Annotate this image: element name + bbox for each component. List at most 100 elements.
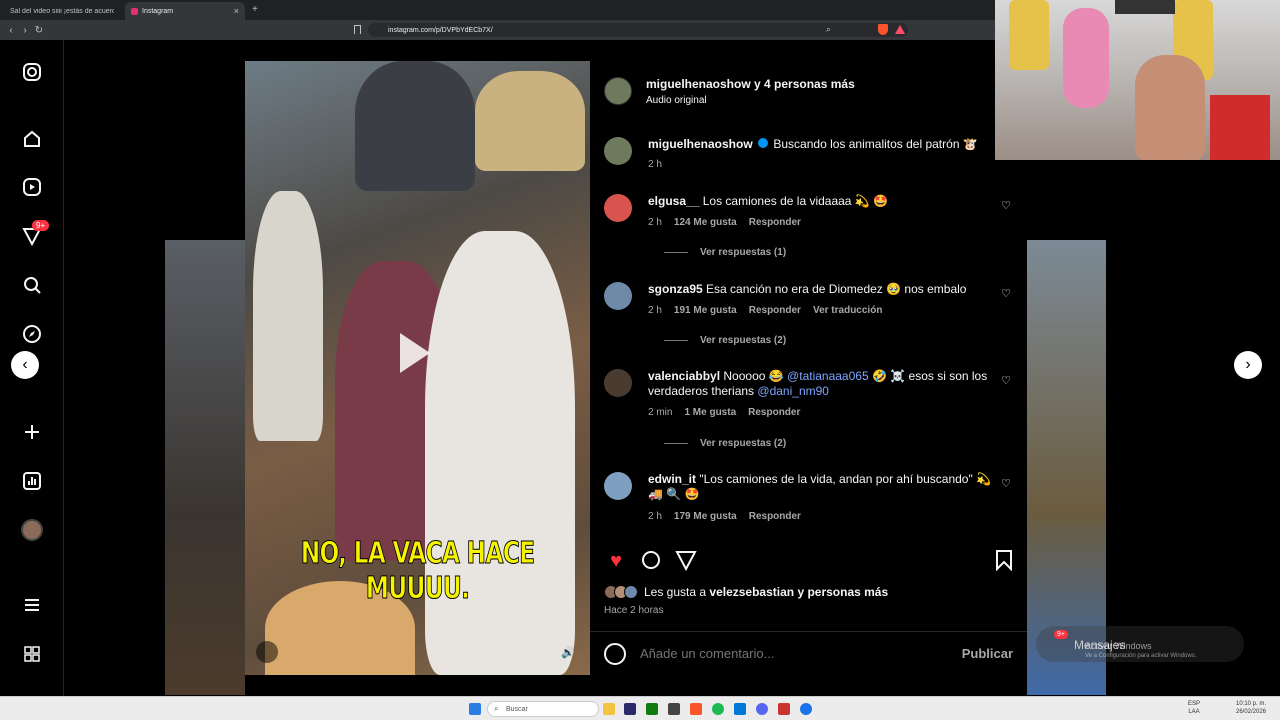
file-explorer-icon[interactable] — [603, 703, 615, 715]
wall-logo — [1115, 0, 1175, 14]
prev-post-button[interactable]: ‹ — [11, 351, 39, 379]
comment-icon[interactable] — [639, 549, 663, 573]
comment-username[interactable]: sgonza95 — [648, 282, 703, 296]
feed-background-card-left — [165, 240, 245, 695]
notification-badge: 9+ — [32, 220, 50, 231]
comment-username[interactable]: edwin_it — [648, 472, 696, 486]
publish-button[interactable]: Publicar — [962, 646, 1013, 661]
spotify-icon[interactable] — [712, 703, 724, 715]
comment-username[interactable]: miguelhenaoshow — [648, 137, 753, 151]
comment-text: "Los camiones de la vida, andan por ahí … — [648, 472, 992, 501]
obs-icon[interactable] — [778, 703, 790, 715]
comment-body: valenciabbyl Nooooo 😂 @tatianaaa065 🤣 ☠️… — [648, 369, 993, 399]
home-icon[interactable] — [20, 127, 44, 151]
comment-body: edwin_it "Los camiones de la vida, andan… — [648, 472, 993, 502]
app-icon[interactable] — [668, 703, 680, 715]
next-post-button[interactable]: › — [1234, 351, 1262, 379]
comment-username[interactable]: valenciabbyl — [648, 369, 720, 383]
search-label: Buscar — [506, 705, 528, 713]
explore-icon[interactable] — [20, 322, 44, 346]
figure-center — [1063, 8, 1109, 108]
forward-icon[interactable]: › — [18, 25, 32, 36]
comment-avatar[interactable] — [604, 194, 632, 222]
like-comment-icon[interactable]: ♡ — [1000, 477, 1012, 490]
back-icon[interactable]: ‹ — [4, 25, 18, 36]
reels-icon[interactable] — [20, 175, 44, 199]
dashboard-icon[interactable] — [20, 469, 44, 493]
volume-icon[interactable]: 🔊 — [561, 646, 575, 659]
clock[interactable]: 10:10 p. m. 26/02/2026 — [1236, 700, 1266, 716]
reply-button[interactable]: Responder — [749, 511, 801, 522]
tab-instagram[interactable]: Instagram × — [125, 2, 245, 20]
zoom-icon[interactable]: ⌕ — [826, 24, 831, 35]
save-bookmark-icon[interactable] — [992, 549, 1016, 573]
view-replies-button[interactable]: Ver respuestas (2) — [664, 438, 786, 449]
messages-icon[interactable]: 9+ — [20, 220, 50, 248]
search-icon[interactable] — [20, 273, 44, 297]
comment-avatar[interactable] — [604, 282, 632, 310]
comment-avatar[interactable] — [604, 137, 632, 165]
more-icon[interactable] — [20, 593, 44, 617]
emoji-icon[interactable] — [604, 642, 626, 665]
comment-body: sgonza95 Esa canción no era de Diomedez … — [648, 282, 993, 297]
audio-label[interactable]: Audio original — [646, 95, 707, 106]
mention-link[interactable]: @dani_nm90 — [757, 384, 829, 398]
comment-avatar[interactable] — [604, 369, 632, 397]
comment-username[interactable]: elgusa__ — [648, 194, 699, 208]
mention-link[interactable]: @tatianaaa065 — [787, 369, 869, 383]
activate-windows-title: Activar Windows — [1085, 641, 1152, 651]
view-replies-button[interactable]: Ver respuestas (2) — [664, 335, 786, 346]
comment-avatar[interactable] — [604, 472, 632, 500]
reply-button[interactable]: Responder — [748, 407, 800, 418]
apps-icon[interactable] — [20, 642, 44, 666]
discord-icon[interactable] — [756, 703, 768, 715]
view-replies-button[interactable]: Ver respuestas (1) — [664, 247, 786, 258]
taskbar-search[interactable]: ⌕ Buscar — [487, 701, 599, 717]
tab-youtube[interactable]: Sal del video siiii ¡estás de acuerdo c — [4, 2, 122, 20]
reload-icon[interactable]: ↻ — [32, 25, 46, 36]
url-text: instagram.com/p/DVPbYdECb7X/ — [388, 26, 493, 34]
premiere-icon[interactable] — [624, 703, 636, 715]
clock-time: 10:10 p. m. — [1236, 701, 1267, 707]
like-comment-icon[interactable]: ♡ — [1000, 287, 1012, 300]
like-comment-icon[interactable]: ♡ — [1000, 374, 1012, 387]
translate-button[interactable]: Ver traducción — [813, 305, 882, 316]
comment-likes[interactable]: 124 Me gusta — [674, 217, 737, 228]
reply-button[interactable]: Responder — [749, 305, 801, 316]
new-tab-button[interactable]: + — [252, 4, 258, 15]
post-panel: miguelhenaoshow y 4 personas más Audio o… — [590, 61, 1027, 675]
windows-start-icon[interactable] — [469, 703, 481, 715]
comment-likes[interactable]: 179 Me gusta — [674, 511, 737, 522]
bookmark-icon[interactable] — [354, 25, 361, 34]
author-avatar[interactable] — [604, 77, 632, 105]
liker-username[interactable]: velezsebastian — [709, 585, 794, 599]
comment-input[interactable] — [640, 646, 940, 661]
rewards-icon[interactable] — [895, 25, 905, 34]
video-user-icon[interactable] — [256, 641, 278, 663]
app-icon[interactable] — [800, 703, 812, 715]
comment-box: Publicar — [590, 631, 1027, 675]
brave-shield-icon[interactable] — [878, 24, 888, 35]
author-username[interactable]: miguelhenaoshow — [646, 77, 751, 91]
instagram-icon[interactable] — [20, 60, 44, 84]
like-comment-icon[interactable]: ♡ — [1000, 199, 1012, 212]
collaborators-link[interactable]: y 4 personas más — [754, 77, 855, 91]
brave-icon[interactable] — [690, 703, 702, 715]
comment-time: 2 min — [648, 407, 673, 418]
create-icon[interactable] — [20, 420, 44, 444]
like-heart-icon[interactable]: ♥ — [604, 549, 628, 573]
xbox-icon[interactable] — [646, 703, 658, 715]
likes-others[interactable]: y personas más — [794, 585, 888, 599]
tab-label: Instagram — [142, 7, 174, 15]
profile-avatar[interactable] — [20, 518, 44, 542]
comment-likes[interactable]: 191 Me gusta — [674, 305, 737, 316]
close-tab-icon[interactable]: × — [234, 6, 239, 16]
author-line: miguelhenaoshow y 4 personas más — [646, 77, 855, 91]
comment-likes[interactable]: 1 Me gusta — [684, 407, 736, 418]
share-icon[interactable] — [674, 549, 698, 573]
video-person — [475, 71, 585, 171]
reply-button[interactable]: Responder — [749, 217, 801, 228]
language-indicator[interactable]: ESP LAA — [1188, 700, 1200, 716]
play-icon[interactable] — [400, 333, 430, 373]
store-icon[interactable] — [734, 703, 746, 715]
